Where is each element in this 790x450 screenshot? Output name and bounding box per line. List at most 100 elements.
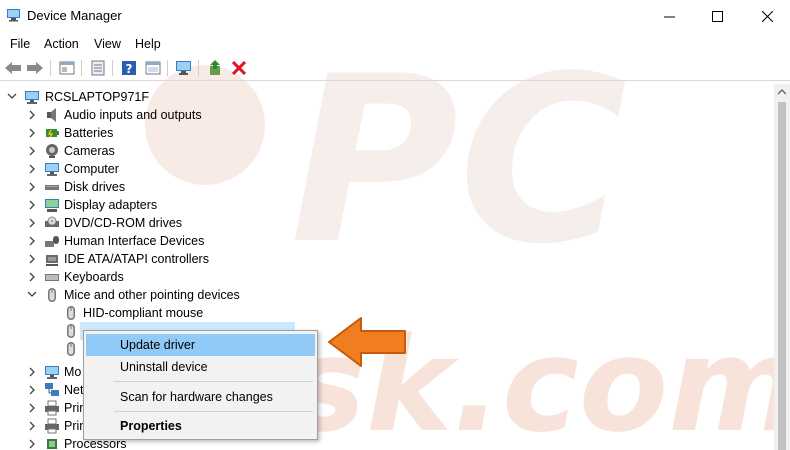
- tree-item-label: Keyboards: [64, 270, 124, 284]
- device-manager-icon: [7, 9, 20, 22]
- network-icon: [45, 383, 59, 396]
- tree-item-label: Audio inputs and outputs: [64, 108, 202, 122]
- tree-item-computer[interactable]: Computer: [0, 160, 774, 178]
- tree-item-label: Mice and other pointing devices: [64, 288, 240, 302]
- display-adapter-icon: [45, 199, 59, 212]
- tree-item-label: Net: [64, 383, 84, 397]
- chevron-right-icon: [29, 385, 35, 395]
- menu-file[interactable]: File: [10, 37, 30, 51]
- scroll-up-button[interactable]: [774, 84, 790, 100]
- back-button[interactable]: [3, 58, 23, 78]
- menu-item-label: Update driver: [120, 338, 196, 352]
- tree-item-label: Mo: [64, 365, 82, 379]
- computer-icon: [25, 91, 39, 104]
- tree-item-display-adapters[interactable]: Display adapters: [0, 196, 774, 214]
- tree-item-disk-drives[interactable]: Disk drives: [0, 178, 774, 196]
- tree-item-cameras[interactable]: Cameras: [0, 142, 774, 160]
- menu-bar: File Action View Help: [0, 34, 790, 54]
- update-driver-button[interactable]: [205, 58, 225, 78]
- tree-item-dvd-drives[interactable]: DVD/CD-ROM drives: [0, 214, 774, 232]
- chevron-right-icon: [29, 164, 35, 174]
- tree-root[interactable]: RCSLAPTOP971F: [0, 88, 774, 106]
- mouse-icon: [67, 342, 75, 356]
- dvd-drive-icon: [45, 216, 59, 227]
- minimize-icon: [663, 16, 675, 17]
- action-view-button[interactable]: [143, 58, 163, 78]
- forward-arrow-icon: [27, 62, 43, 74]
- hid-icon: [45, 236, 59, 247]
- close-icon: [761, 10, 773, 22]
- menu-item-label: Uninstall device: [120, 360, 208, 374]
- tree-item-label: HID-compliant mouse: [83, 306, 204, 320]
- title-bar: Device Manager: [0, 0, 790, 32]
- scan-monitor-icon: [176, 61, 191, 75]
- printer-icon: [45, 400, 59, 416]
- menu-item-uninstall-device[interactable]: Uninstall device: [86, 356, 315, 378]
- window-panel-icon: [145, 61, 161, 75]
- forward-button[interactable]: [25, 58, 45, 78]
- window-list-icon: [59, 61, 75, 75]
- menu-item-scan-hardware[interactable]: Scan for hardware changes: [86, 386, 315, 408]
- chevron-right-icon: [29, 110, 35, 120]
- maximize-button[interactable]: [694, 0, 740, 32]
- delete-x-icon: [232, 61, 246, 75]
- back-arrow-icon: [5, 62, 21, 74]
- tree-item-label: Computer: [64, 162, 119, 176]
- scan-hardware-button[interactable]: [174, 58, 194, 78]
- help-icon: ?: [122, 61, 136, 76]
- minimize-button[interactable]: [646, 0, 692, 32]
- menu-item-label: Scan for hardware changes: [120, 390, 273, 404]
- properties-view-button[interactable]: [57, 58, 77, 78]
- close-button[interactable]: [744, 0, 790, 32]
- menu-separator: [114, 381, 313, 382]
- menu-item-label: Properties: [120, 419, 182, 433]
- chevron-right-icon: [29, 367, 35, 377]
- svg-text:?: ?: [126, 62, 133, 76]
- tree-item-label: Cameras: [64, 144, 115, 158]
- processor-icon: [47, 439, 57, 449]
- tree-item-label: Batteries: [64, 126, 114, 140]
- tree-item-audio[interactable]: Audio inputs and outputs: [0, 106, 774, 124]
- mouse-icon: [67, 324, 75, 338]
- battery-icon: [46, 129, 59, 138]
- chevron-right-icon: [29, 218, 35, 228]
- tree-item-mice[interactable]: Mice and other pointing devices: [0, 286, 774, 304]
- menu-help[interactable]: Help: [135, 37, 161, 51]
- mouse-icon: [67, 306, 75, 320]
- device-view-button[interactable]: [88, 58, 108, 78]
- chevron-right-icon: [29, 200, 35, 210]
- window-title: Device Manager: [27, 8, 122, 23]
- chevron-right-icon: [29, 146, 35, 156]
- pointer-arrow-icon: [328, 317, 406, 367]
- uninstall-device-button[interactable]: [229, 58, 249, 78]
- tree-item-keyboards[interactable]: Keyboards: [0, 268, 774, 286]
- chevron-right-icon: [29, 439, 35, 449]
- vertical-scrollbar[interactable]: [774, 84, 790, 450]
- update-driver-icon: [210, 60, 220, 75]
- monitor-icon: [45, 366, 59, 379]
- tree-item-label: DVD/CD-ROM drives: [64, 216, 183, 230]
- device-list-icon: [91, 60, 105, 76]
- tree-root-label: RCSLAPTOP971F: [45, 90, 149, 104]
- scrollbar-thumb[interactable]: [778, 102, 786, 450]
- tree-item-label: IDE ATA/ATAPI controllers: [64, 252, 209, 266]
- chevron-right-icon: [29, 128, 35, 138]
- menu-separator: [114, 411, 313, 412]
- context-menu: Update driver Uninstall device Scan for …: [83, 330, 318, 440]
- tree-item-label: Human Interface Devices: [64, 234, 205, 248]
- ide-controller-icon: [46, 255, 58, 266]
- menu-item-properties[interactable]: Properties: [86, 415, 315, 437]
- chevron-up-icon: [778, 89, 786, 95]
- help-button[interactable]: ?: [119, 58, 139, 78]
- tree-item-hid[interactable]: Human Interface Devices: [0, 232, 774, 250]
- chevron-right-icon: [29, 272, 35, 282]
- menu-item-update-driver[interactable]: Update driver: [86, 334, 315, 356]
- camera-icon: [46, 144, 58, 158]
- tree-item-label: Display adapters: [64, 198, 158, 212]
- tree-item-ide[interactable]: IDE ATA/ATAPI controllers: [0, 250, 774, 268]
- chevron-right-icon: [29, 236, 35, 246]
- printer-icon: [45, 418, 59, 434]
- menu-action[interactable]: Action: [44, 37, 79, 51]
- menu-view[interactable]: View: [94, 37, 121, 51]
- tree-item-batteries[interactable]: Batteries: [0, 124, 774, 142]
